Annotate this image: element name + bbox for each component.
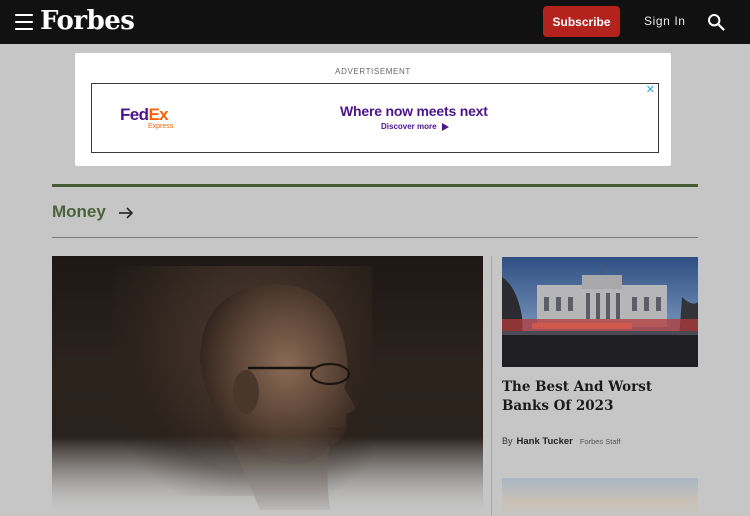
story-headline[interactable]: The Best And Worst Banks Of 2023 [502, 378, 698, 416]
section-title-money[interactable]: Money [52, 202, 106, 222]
top-navigation-bar: Forbes Subscribe Sign In [0, 0, 750, 44]
advertisement-label: ADVERTISEMENT [335, 67, 411, 76]
subscribe-button[interactable]: Subscribe [543, 6, 620, 37]
advertisement-container: ADVERTISEMENT ✕ FedEx Express Where now … [75, 53, 671, 166]
author-link[interactable]: Hank Tucker [517, 436, 573, 447]
story-thumbnail-federal-reserve[interactable] [502, 257, 698, 367]
forbes-logo[interactable]: Forbes [40, 4, 135, 38]
byline-prefix: By [502, 436, 513, 446]
ad-discover-more-link[interactable]: Discover more [381, 122, 449, 131]
arrow-right-icon[interactable] [118, 206, 134, 220]
ad-choices-close-icon[interactable]: ✕ [646, 85, 655, 96]
section-accent-rule [52, 184, 698, 187]
story-byline: By Hank Tucker Forbes Staff [502, 436, 621, 447]
play-arrow-icon [441, 122, 449, 131]
hamburger-menu-icon[interactable] [15, 14, 33, 30]
section-divider [52, 237, 698, 238]
sign-in-link[interactable]: Sign In [644, 14, 686, 28]
author-role: Forbes Staff [579, 437, 621, 446]
fedex-ad-banner[interactable]: ✕ FedEx Express Where now meets next Dis… [91, 83, 659, 153]
hero-story-image[interactable] [52, 256, 483, 516]
ad-headline: Where now meets next [340, 103, 488, 119]
search-icon[interactable] [707, 13, 725, 31]
next-story-thumbnail[interactable] [502, 478, 698, 516]
fedex-logo: FedEx Express [120, 105, 174, 130]
column-divider [491, 256, 492, 516]
